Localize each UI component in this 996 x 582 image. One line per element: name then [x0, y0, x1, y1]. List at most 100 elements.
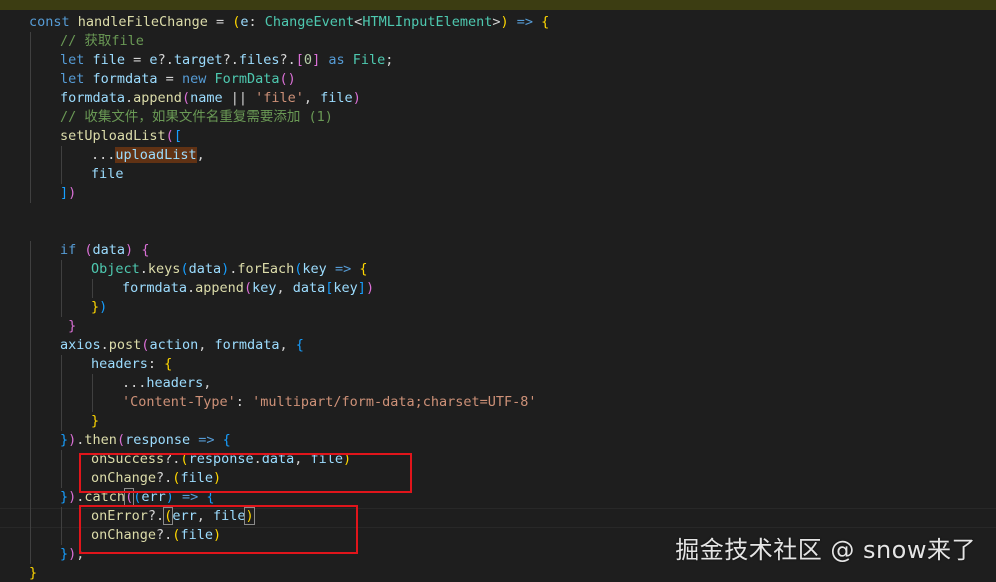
code-token: ?. — [157, 52, 174, 68]
indent-guide — [30, 526, 31, 545]
code-line[interactable]: let file = e?.target?.files?.[0] as File… — [30, 51, 393, 70]
code-line[interactable]: // 收集文件，如果文件名重复需要添加 (1) — [30, 108, 333, 127]
indent-guide — [30, 545, 31, 564]
code-line[interactable]: ...headers, — [30, 374, 211, 393]
code-token: . — [100, 337, 109, 353]
indent-guide — [30, 146, 31, 165]
code-token: { — [222, 432, 231, 448]
code-token: = — [125, 52, 150, 68]
code-line[interactable]: Object.keys(data).forEach(key => { — [30, 260, 367, 279]
code-token: let — [60, 71, 93, 87]
annotation-box-then — [79, 453, 412, 493]
indent-guide — [61, 298, 62, 317]
code-token: ( — [116, 432, 126, 448]
code-token: = — [207, 14, 233, 30]
code-line[interactable]: } — [30, 317, 76, 336]
code-line[interactable]: formdata.append(name || 'file', file) — [30, 89, 361, 108]
code-token: ?. — [222, 52, 239, 68]
code-editor[interactable]: const handleFileChange = (e: ChangeEvent… — [0, 0, 996, 582]
code-token: // 收集文件，如果文件名重复需要添加 (1) — [60, 109, 333, 125]
indent-guide — [61, 374, 62, 393]
code-token: ) — [221, 261, 230, 277]
indent-guide — [30, 488, 31, 507]
code-token: () — [279, 71, 296, 87]
code-token: . — [125, 90, 134, 106]
indent-guide — [30, 89, 31, 108]
code-token: 'multipart/form-data;charset=UTF-8' — [252, 394, 537, 410]
code-token: as — [320, 52, 353, 68]
code-line[interactable]: headers: { — [30, 355, 172, 374]
code-line[interactable]: // 获取file — [30, 32, 144, 51]
indent-guide — [30, 355, 31, 374]
code-token: . — [139, 261, 148, 277]
code-token: name — [190, 90, 223, 106]
code-token: post — [108, 337, 142, 353]
code-token: axios — [60, 337, 101, 353]
indent-guide — [92, 393, 93, 412]
code-token: file — [92, 52, 126, 68]
code-token: HTMLInputElement — [362, 14, 493, 30]
code-token: if — [60, 242, 85, 258]
code-token: files — [238, 52, 280, 68]
code-token: file — [320, 90, 353, 106]
code-line[interactable]: ]) — [30, 184, 77, 203]
indent-guide — [30, 317, 31, 336]
indent-guide — [30, 412, 31, 431]
code-line[interactable]: let formdata = new FormData() — [30, 70, 296, 89]
code-token: , — [276, 280, 293, 296]
code-token: } — [91, 413, 100, 429]
code-line[interactable]: file — [30, 165, 124, 184]
code-token: uploadList — [115, 147, 197, 163]
code-token: append — [133, 90, 182, 106]
code-token: headers — [146, 375, 204, 391]
code-token: , — [279, 337, 296, 353]
indent-guide — [30, 431, 31, 450]
editor-top-strip — [0, 0, 996, 10]
code-line[interactable]: axios.post(action, formdata, { — [30, 336, 304, 355]
code-line[interactable]: }).then(response => { — [30, 431, 231, 450]
code-token: 'Content-Type' — [122, 394, 236, 410]
code-token: ] — [312, 52, 321, 68]
indent-guide — [61, 260, 62, 279]
code-token: > — [492, 14, 501, 30]
code-token: forEach — [237, 261, 295, 277]
indent-guide — [61, 450, 62, 469]
code-token: file — [91, 166, 124, 182]
indent-guide — [61, 526, 62, 545]
code-token: ) — [68, 185, 77, 201]
code-line[interactable]: ...uploadList, — [30, 146, 205, 165]
code-token: { — [141, 242, 150, 258]
code-token: ?. — [279, 52, 296, 68]
code-token: { — [295, 337, 304, 353]
code-token: ( — [181, 90, 191, 106]
watermark: 掘金技术社区 @ snow来了 — [675, 536, 976, 564]
code-line[interactable]: } — [29, 564, 37, 582]
code-token: => — [326, 261, 360, 277]
code-token: ... — [122, 375, 147, 391]
code-line[interactable]: if (data) { — [30, 241, 150, 260]
code-token: keys — [147, 261, 181, 277]
code-line[interactable]: } — [30, 412, 100, 431]
code-line[interactable]: 'Content-Type': 'multipart/form-data;cha… — [30, 393, 537, 412]
code-token: ] — [357, 280, 366, 296]
code-token: data — [92, 242, 126, 258]
code-token: } — [60, 546, 69, 562]
code-token: key — [333, 280, 358, 296]
code-token: 0 — [303, 52, 313, 68]
code-token: data — [188, 261, 222, 277]
code-token: ( — [84, 242, 93, 258]
code-line[interactable]: }) — [30, 298, 107, 317]
code-line[interactable]: const handleFileChange = (e: ChangeEvent… — [29, 13, 549, 32]
indent-guide — [30, 279, 31, 298]
code-token: } — [60, 432, 69, 448]
indent-guide — [61, 393, 62, 412]
code-token: ) — [365, 280, 375, 296]
code-token: formdata — [214, 337, 280, 353]
code-token: ) — [352, 90, 361, 106]
code-line[interactable]: formdata.append(key, data[key]) — [30, 279, 375, 298]
indent-guide — [30, 51, 31, 70]
code-line[interactable]: setUploadList([ — [30, 127, 182, 146]
code-token: e — [149, 52, 158, 68]
code-token: . — [187, 280, 196, 296]
code-token: || — [222, 90, 256, 106]
